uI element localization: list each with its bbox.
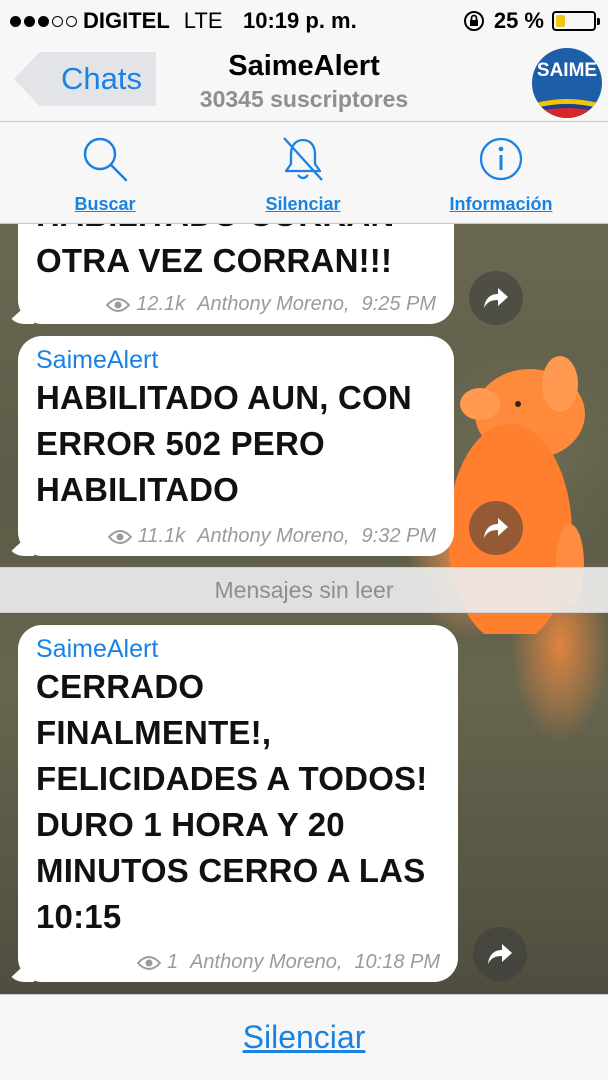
share-arrow-icon (484, 518, 508, 538)
navigation-bar: Chats SaimeAlert 30345 suscriptores SAIM… (0, 40, 608, 122)
unread-separator: Mensajes sin leer (0, 567, 608, 613)
views-icon (106, 297, 131, 312)
message-list[interactable]: HABILITADO CORRAN OTRA VEZ CORRAN!!! 12.… (0, 224, 608, 994)
message-meta: 11.1k Anthony Moreno, 9:32 PM (107, 525, 436, 548)
forward-button[interactable] (469, 501, 523, 555)
message-time: 9:25 PM (361, 293, 436, 315)
info-label[interactable]: Información (421, 194, 581, 215)
message-author: Anthony Moreno, (197, 293, 350, 315)
bell-muted-icon (283, 137, 323, 181)
status-right: 25 % (462, 8, 600, 34)
message-meta: 1 Anthony Moreno, 10:18 PM (136, 951, 440, 974)
message-time: 10:18 PM (354, 951, 440, 973)
bottom-bar: Silenciar (0, 994, 608, 1080)
flag-icon (532, 99, 602, 118)
signal-strength-icon (10, 15, 77, 27)
message-sender[interactable]: SaimeAlert (36, 635, 440, 664)
mute-label[interactable]: Silenciar (223, 194, 383, 215)
message-text: HABILITADO CORRAN OTRA VEZ CORRAN!!! (36, 224, 394, 279)
views-icon (107, 529, 132, 544)
message-author: Anthony Moreno, (190, 951, 343, 973)
channel-avatar[interactable]: SAIME (532, 48, 602, 118)
network-type: LTE (183, 8, 223, 33)
views-icon (136, 955, 161, 970)
forward-button[interactable] (473, 927, 527, 981)
mute-tool[interactable]: Silenciar (223, 134, 383, 215)
message-bubble[interactable]: SaimeAlert CERRADO FINALMENTE!, FELICIDA… (18, 625, 458, 982)
search-icon (83, 137, 128, 182)
share-arrow-icon (488, 944, 512, 964)
status-time: 10:19 p. m. (243, 8, 357, 33)
view-count: 12.1k (136, 293, 186, 315)
search-label[interactable]: Buscar (25, 194, 185, 215)
subscriber-count: 30345 suscriptores (199, 86, 409, 112)
message-text: HABILITADO AUN, CON ERROR 502 PERO HABIL… (36, 379, 412, 508)
carrier-name: DIGITEL (83, 8, 170, 33)
carrier-info: DIGITEL LTE (10, 8, 223, 34)
message-time: 9:32 PM (361, 525, 436, 547)
message-bubble[interactable]: HABILITADO CORRAN OTRA VEZ CORRAN!!! 12.… (18, 224, 454, 324)
battery-fill (556, 15, 565, 27)
message-text: CERRADO FINALMENTE!, FELICIDADES A TODOS… (36, 668, 428, 935)
message-bubble[interactable]: SaimeAlert HABILITADO AUN, CON ERROR 502… (18, 336, 454, 556)
search-tool[interactable]: Buscar (25, 134, 185, 215)
view-count: 11.1k (137, 525, 186, 547)
battery-percent: 25 % (493, 8, 544, 33)
info-icon (479, 137, 523, 181)
channel-title[interactable]: SaimeAlert (0, 50, 608, 83)
forward-button[interactable] (469, 271, 523, 325)
mute-channel-button[interactable]: Silenciar (243, 1019, 366, 1056)
battery-icon (552, 11, 600, 31)
message-sender[interactable]: SaimeAlert (36, 346, 436, 375)
status-bar: DIGITEL LTE 10:19 p. m. 25 % (0, 0, 608, 40)
info-tool[interactable]: Información (421, 134, 581, 215)
view-count: 1 (166, 951, 179, 973)
rotation-lock-icon (463, 11, 484, 31)
message-meta: 12.1k Anthony Moreno, 9:25 PM (106, 293, 436, 316)
avatar-text: SAIME (536, 60, 598, 81)
message-author: Anthony Moreno, (197, 525, 350, 547)
channel-toolbar: Buscar Silenciar Información (0, 122, 608, 224)
share-arrow-icon (484, 288, 508, 308)
